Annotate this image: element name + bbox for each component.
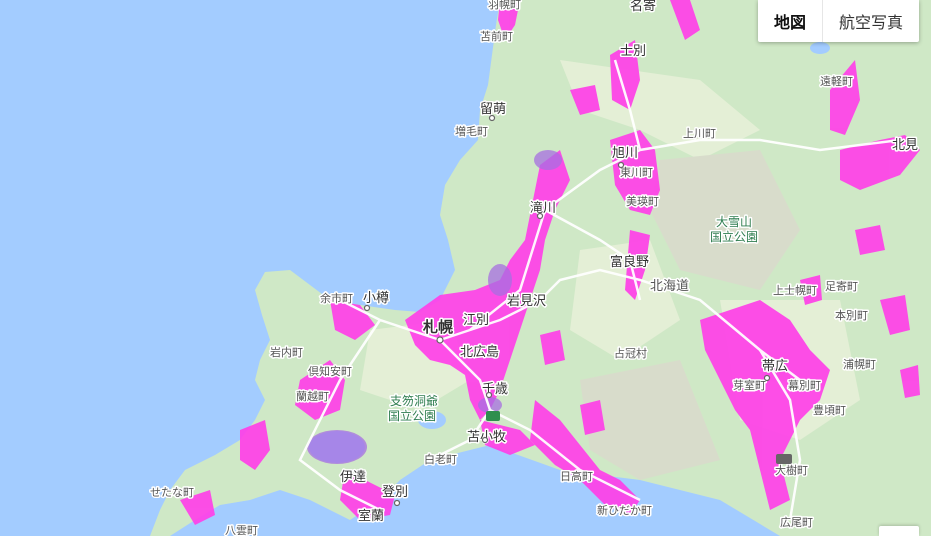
- label-asahikawa: 旭川: [612, 146, 638, 161]
- label-shikotsu-park-2: 国立公園: [388, 408, 436, 423]
- label-takikawa: 滝川: [530, 201, 556, 216]
- lake: [810, 42, 830, 54]
- label-ebetsu: 江別: [463, 313, 489, 328]
- label-taisetsu-park: 大雪山: [716, 215, 752, 229]
- label-biei: 美瑛町: [626, 195, 659, 208]
- label-yoichi: 余市町: [320, 291, 353, 305]
- label-iwamizawa: 岩見沢: [507, 294, 546, 309]
- label-engaru: 遠軽町: [820, 75, 853, 88]
- label-chitose: 千歳: [482, 382, 508, 397]
- label-iwanai: 岩内町: [270, 345, 303, 359]
- satellite-button[interactable]: 航空写真: [823, 0, 919, 42]
- label-kitahiroshima: 北広島: [460, 345, 499, 360]
- map-button[interactable]: 地図: [758, 0, 822, 42]
- label-furano: 富良野: [610, 254, 649, 270]
- label-sapporo: 札幌: [422, 318, 453, 336]
- label-setana: せたな町: [150, 486, 194, 499]
- label-rumoi: 留萌: [480, 102, 506, 117]
- label-toyokoro: 豊頃町: [813, 404, 846, 417]
- label-makubetsu: 幕別町: [788, 378, 821, 392]
- label-kamishihoro: 上士幌町: [773, 283, 817, 297]
- label-ashoro: 足寄町: [825, 279, 858, 293]
- label-memuro: 芽室町: [733, 378, 766, 392]
- label-obihiro: 帯広: [762, 359, 788, 374]
- label-mashike: 増毛町: [455, 125, 488, 138]
- label-hokkaido: 北海道: [650, 279, 689, 294]
- label-shinhidaka: 新ひだか町: [597, 503, 652, 517]
- label-kitami: 北見: [892, 138, 918, 153]
- map-svg[interactable]: 羽幌町 苫前町 留萌 増毛町 名寄 士別 遠軽町 上川町 旭川 東川町 美瑛町 …: [0, 0, 931, 536]
- label-tomamae: 苫前町: [480, 29, 513, 43]
- zoom-control[interactable]: [879, 526, 919, 536]
- label-date: 伊達: [340, 470, 366, 485]
- label-kamikawa: 上川町: [683, 127, 716, 140]
- label-shikotsu-park: 支笏洞爺: [390, 393, 438, 408]
- label-noboribetsu: 登別: [382, 485, 408, 500]
- map-type-control: 地図 航空写真: [757, 0, 919, 42]
- label-shibetsu: 士別: [620, 44, 646, 59]
- label-hidaka: 日高町: [560, 469, 593, 483]
- label-nayoro: 名寄: [630, 0, 656, 14]
- label-higashikawa: 東川町: [620, 166, 653, 179]
- label-honbetsu: 本別町: [835, 308, 868, 322]
- label-rankoshi: 蘭越町: [296, 389, 329, 403]
- label-muroran: 室蘭: [358, 508, 384, 524]
- label-taiki: 大樹町: [775, 463, 808, 477]
- label-shiraoi: 白老町: [424, 452, 457, 466]
- label-hiroo: 広尾町: [780, 516, 813, 529]
- label-shimukappu: 占冠村: [614, 346, 647, 360]
- label-taisetsu-park-2: 国立公園: [710, 229, 758, 244]
- label-urahoro: 浦幌町: [843, 357, 876, 371]
- label-yakumo: 八雲町: [225, 524, 258, 536]
- map-canvas[interactable]: 羽幌町 苫前町 留萌 増毛町 名寄 士別 遠軽町 上川町 旭川 東川町 美瑛町 …: [0, 0, 931, 536]
- label-haboro: 羽幌町: [488, 0, 521, 11]
- label-kutchan: 倶知安町: [308, 364, 352, 378]
- label-otaru: 小樽: [363, 290, 389, 306]
